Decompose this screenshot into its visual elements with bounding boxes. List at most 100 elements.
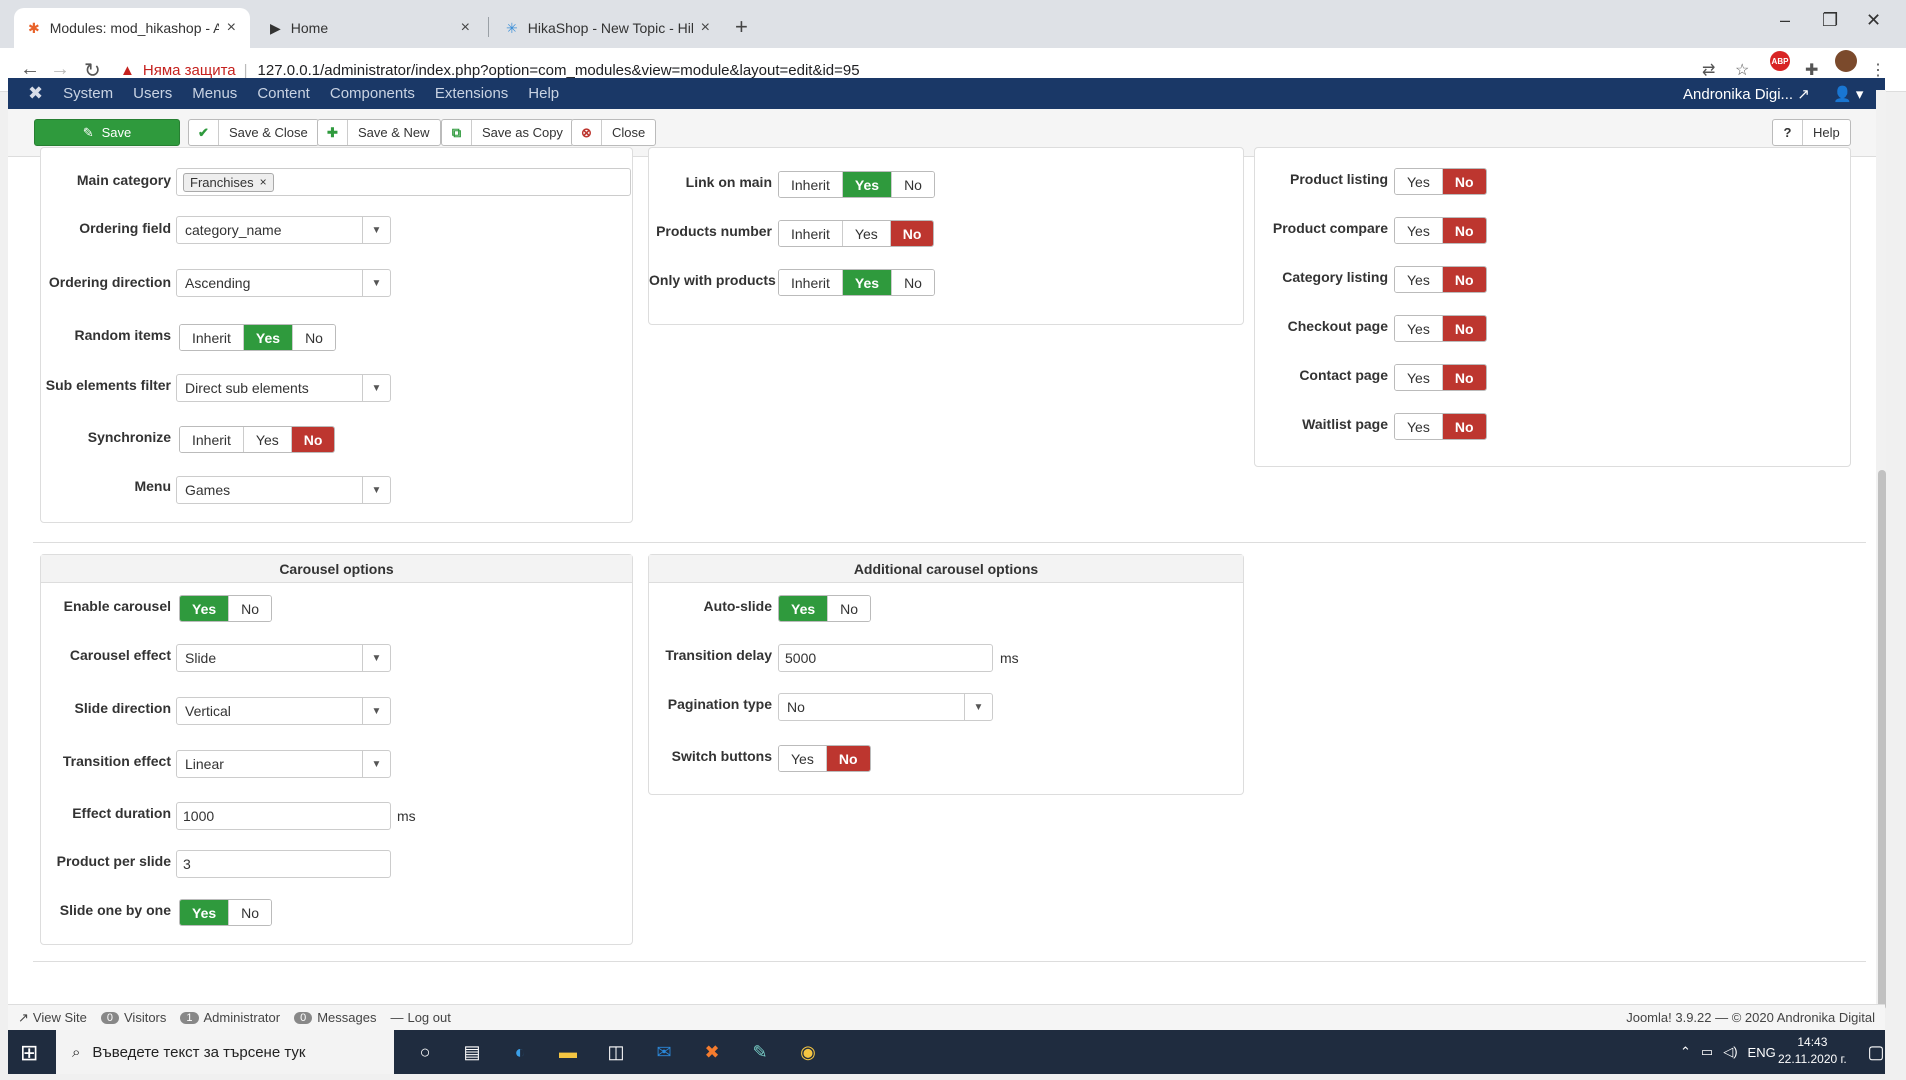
- pagination-type-select[interactable]: No ▼: [778, 693, 993, 721]
- yes-option[interactable]: Yes: [243, 325, 294, 350]
- close-icon[interactable]: ×: [461, 19, 470, 37]
- contact-page-toggle[interactable]: Yes No: [1394, 364, 1487, 391]
- remove-chip-icon[interactable]: ×: [260, 175, 267, 189]
- windows-start-icon[interactable]: ⊞: [20, 1040, 38, 1066]
- no-option[interactable]: No: [892, 172, 934, 197]
- messages-link[interactable]: 0 Messages: [294, 1010, 376, 1025]
- no-option[interactable]: No: [1442, 218, 1486, 243]
- edge-icon[interactable]: ◐: [508, 1040, 532, 1064]
- menu-dots-icon[interactable]: ⋮: [1870, 60, 1886, 80]
- taskbar-clock[interactable]: 14:43 22.11.2020 г.: [1778, 1034, 1847, 1068]
- store-icon[interactable]: ◫: [604, 1040, 628, 1064]
- tab-hikashop[interactable]: ✳ HikaShop - New Topic - HikaSho ×: [492, 8, 724, 48]
- volume-icon[interactable]: ◁): [1723, 1044, 1737, 1060]
- inherit-option[interactable]: Inherit: [180, 325, 244, 350]
- no-option[interactable]: No: [1442, 414, 1486, 439]
- checkout-page-toggle[interactable]: Yes No: [1394, 315, 1487, 342]
- no-option[interactable]: No: [1442, 365, 1486, 390]
- yes-option[interactable]: Yes: [1395, 365, 1443, 390]
- inherit-option[interactable]: Inherit: [779, 172, 843, 197]
- no-option[interactable]: No: [890, 221, 934, 246]
- transition-delay-input[interactable]: 5000: [778, 644, 993, 672]
- carousel-effect-select[interactable]: Slide ▼: [176, 644, 391, 672]
- page-scrollbar[interactable]: [1876, 90, 1886, 1010]
- help-button[interactable]: ? Help: [1772, 119, 1851, 146]
- adblock-icon[interactable]: ABP: [1770, 51, 1790, 71]
- sub-elements-filter-select[interactable]: Direct sub elements ▼: [176, 374, 391, 402]
- ordering-direction-select[interactable]: Ascending ▼: [176, 269, 391, 297]
- effect-duration-input[interactable]: 1000: [176, 802, 391, 830]
- synchronize-toggle[interactable]: Inherit Yes No: [179, 426, 336, 453]
- yes-option[interactable]: Yes: [842, 172, 893, 197]
- slide-direction-select[interactable]: Vertical ▼: [176, 697, 391, 725]
- product-compare-toggle[interactable]: Yes No: [1394, 217, 1487, 244]
- taskbar-search-field[interactable]: ⌕ Въведете текст за търсене тук: [56, 1030, 394, 1074]
- cortana-icon[interactable]: ○: [413, 1040, 437, 1064]
- window-close-icon[interactable]: ✕: [1866, 10, 1881, 31]
- switch-buttons-toggle[interactable]: Yes No: [778, 745, 871, 772]
- close-button[interactable]: ⊗ Close: [571, 119, 657, 146]
- yes-option[interactable]: Yes: [180, 900, 230, 925]
- product-per-slide-input[interactable]: 3: [176, 850, 391, 878]
- yes-option[interactable]: Yes: [842, 270, 893, 295]
- yes-option[interactable]: Yes: [1395, 218, 1443, 243]
- profile-avatar[interactable]: [1835, 50, 1857, 72]
- menu-content[interactable]: Content: [257, 85, 310, 102]
- site-name-link[interactable]: Andronika Digi... ↗: [1683, 85, 1810, 103]
- translate-icon[interactable]: ⇄: [1702, 60, 1715, 80]
- menu-extensions[interactable]: Extensions: [435, 85, 508, 102]
- product-listing-toggle[interactable]: Yes No: [1394, 168, 1487, 195]
- ordering-field-select[interactable]: category_name ▼: [176, 216, 391, 244]
- restore-icon[interactable]: ❐: [1822, 10, 1838, 31]
- inherit-option[interactable]: Inherit: [779, 221, 843, 246]
- save-button[interactable]: ✎ Save: [34, 119, 180, 146]
- menu-system[interactable]: System: [63, 85, 113, 102]
- yes-option[interactable]: Yes: [1395, 414, 1443, 439]
- transition-effect-select[interactable]: Linear ▼: [176, 750, 391, 778]
- notifications-icon[interactable]: ▢: [1864, 1040, 1888, 1064]
- save-close-button[interactable]: ✔ Save & Close: [188, 119, 319, 146]
- no-option[interactable]: No: [293, 325, 335, 350]
- link-on-main-toggle[interactable]: Inherit Yes No: [778, 171, 935, 198]
- no-option[interactable]: No: [1442, 267, 1486, 292]
- no-option[interactable]: No: [1442, 169, 1486, 194]
- menu-help[interactable]: Help: [528, 85, 559, 102]
- task-view-icon[interactable]: ▤: [460, 1040, 484, 1064]
- category-listing-toggle[interactable]: Yes No: [1394, 266, 1487, 293]
- extensions-icon[interactable]: ✚: [1805, 60, 1818, 80]
- menu-menus[interactable]: Menus: [192, 85, 237, 102]
- products-number-toggle[interactable]: Inherit Yes No: [778, 220, 935, 247]
- waitlist-page-toggle[interactable]: Yes No: [1394, 413, 1487, 440]
- no-option[interactable]: No: [1442, 316, 1486, 341]
- notepad-icon[interactable]: ✎: [748, 1040, 772, 1064]
- file-explorer-icon[interactable]: ▬: [556, 1040, 580, 1064]
- main-category-field[interactable]: Franchises ×: [176, 168, 631, 196]
- yes-option[interactable]: Yes: [180, 596, 230, 621]
- inherit-option[interactable]: Inherit: [779, 270, 843, 295]
- close-icon[interactable]: ×: [701, 19, 710, 37]
- enable-carousel-toggle[interactable]: Yes No: [179, 595, 273, 622]
- no-option[interactable]: No: [892, 270, 934, 295]
- yes-option[interactable]: Yes: [842, 221, 891, 246]
- menu-components[interactable]: Components: [330, 85, 415, 102]
- chrome-icon[interactable]: ◉: [796, 1040, 820, 1064]
- close-icon[interactable]: ×: [227, 19, 236, 37]
- network-icon[interactable]: ▭: [1701, 1044, 1713, 1060]
- no-option[interactable]: No: [229, 900, 272, 925]
- no-option[interactable]: No: [826, 746, 870, 771]
- no-option[interactable]: No: [229, 596, 272, 621]
- menu-select[interactable]: Games ▼: [176, 476, 391, 504]
- view-site-link[interactable]: ↗ View Site: [18, 1010, 87, 1026]
- no-option[interactable]: No: [291, 427, 335, 452]
- no-option[interactable]: No: [828, 596, 871, 621]
- save-copy-button[interactable]: ⧉ Save as Copy: [441, 119, 574, 146]
- yes-option[interactable]: Yes: [1395, 316, 1443, 341]
- new-tab-icon[interactable]: +: [735, 14, 748, 40]
- bookmark-star-icon[interactable]: ☆: [1735, 60, 1749, 80]
- auto-slide-toggle[interactable]: Yes No: [778, 595, 872, 622]
- yes-option[interactable]: Yes: [1395, 169, 1443, 194]
- save-new-button[interactable]: ✚ Save & New: [317, 119, 441, 146]
- yes-option[interactable]: Yes: [779, 746, 827, 771]
- chevron-up-icon[interactable]: ⌃: [1680, 1044, 1691, 1060]
- scrollbar-thumb[interactable]: [1878, 470, 1886, 1010]
